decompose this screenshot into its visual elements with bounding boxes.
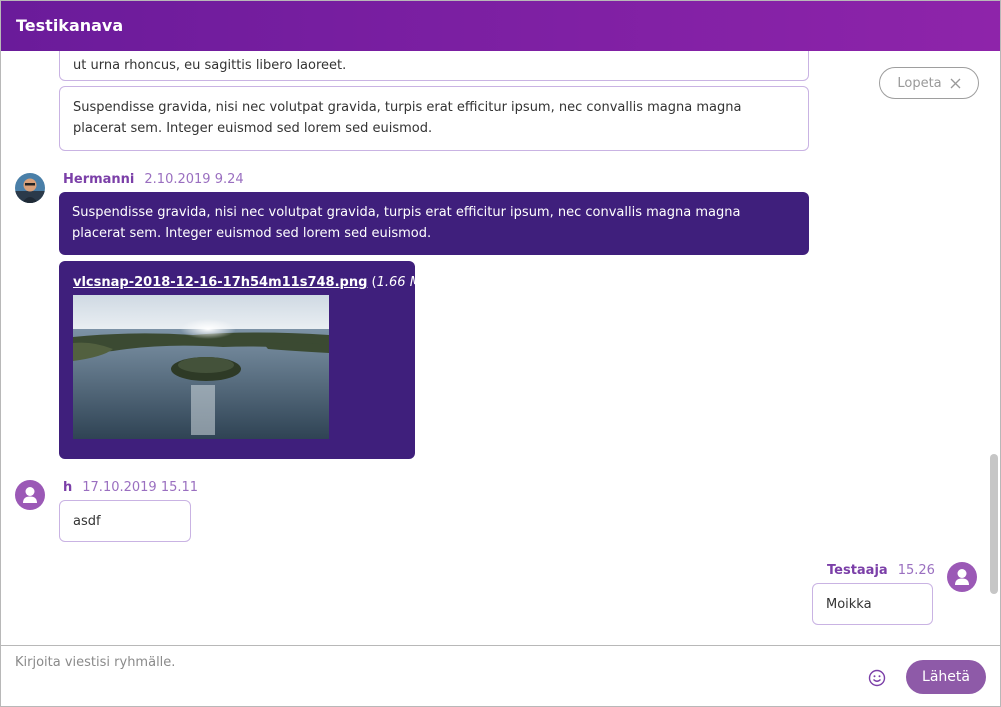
message-text: ut urna rhoncus, eu sagittis libero laor… bbox=[73, 58, 347, 73]
close-icon bbox=[950, 78, 961, 88]
message-bubble: asdf bbox=[59, 500, 191, 542]
author-name: h bbox=[63, 480, 73, 495]
end-chat-button[interactable]: Lopeta bbox=[879, 67, 979, 99]
user-icon bbox=[955, 569, 969, 585]
send-label: Lähetä bbox=[922, 669, 970, 685]
message-meta: Hermanni 2.10.2019 9.24 bbox=[63, 172, 244, 187]
attachment-title: vlcsnap-2018-12-16-17h54m11s748.png (1.6… bbox=[73, 275, 432, 290]
message-composer: Kirjoita viestisi ryhmälle. Lähetä bbox=[1, 645, 1000, 706]
message-text: Moikka bbox=[826, 597, 872, 612]
attachment-size: 1.66 Mt bbox=[376, 275, 427, 290]
message-bubble: Suspendisse gravida, nisi nec volutpat g… bbox=[59, 192, 809, 255]
end-chat-label: Lopeta bbox=[897, 75, 942, 91]
message-time: 15.26 bbox=[897, 563, 935, 578]
emoji-icon[interactable] bbox=[868, 669, 886, 687]
message-meta: h 17.10.2019 15.11 bbox=[63, 480, 198, 495]
message-text: Suspendisse gravida, nisi nec volutpat g… bbox=[72, 205, 741, 241]
message-input[interactable]: Kirjoita viestisi ryhmälle. bbox=[15, 655, 175, 670]
message-time: 2.10.2019 9.24 bbox=[144, 172, 244, 187]
message-time: 17.10.2019 15.11 bbox=[82, 480, 199, 495]
avatar bbox=[15, 480, 45, 510]
message-list-scrollbar[interactable] bbox=[990, 454, 998, 594]
attachment-thumbnail[interactable] bbox=[73, 295, 329, 439]
author-name: Testaaja bbox=[827, 563, 888, 578]
message-text: Suspendisse gravida, nisi nec volutpat g… bbox=[73, 100, 742, 136]
message-bubble: ut urna rhoncus, eu sagittis libero laor… bbox=[59, 51, 809, 81]
message-bubble: Suspendisse gravida, nisi nec volutpat g… bbox=[59, 86, 809, 151]
avatar bbox=[947, 562, 977, 592]
user-icon bbox=[23, 487, 37, 503]
author-name: Hermanni bbox=[63, 172, 135, 187]
channel-title: Testikanava bbox=[16, 16, 124, 35]
chat-window: Testikanava ut urna rhoncus, eu sagittis… bbox=[0, 0, 1001, 707]
message-meta: Testaaja 15.26 bbox=[827, 563, 935, 578]
send-button[interactable]: Lähetä bbox=[906, 660, 986, 694]
attachment-link[interactable]: vlcsnap-2018-12-16-17h54m11s748.png bbox=[73, 275, 367, 290]
attachment-card: vlcsnap-2018-12-16-17h54m11s748.png (1.6… bbox=[59, 261, 431, 459]
message-list[interactable]: ut urna rhoncus, eu sagittis libero laor… bbox=[1, 51, 1000, 645]
user-photo bbox=[15, 173, 45, 203]
avatar bbox=[15, 173, 45, 203]
message-text: asdf bbox=[73, 514, 101, 529]
message-bubble: Moikka bbox=[812, 583, 933, 625]
channel-header: Testikanava bbox=[1, 1, 1000, 51]
